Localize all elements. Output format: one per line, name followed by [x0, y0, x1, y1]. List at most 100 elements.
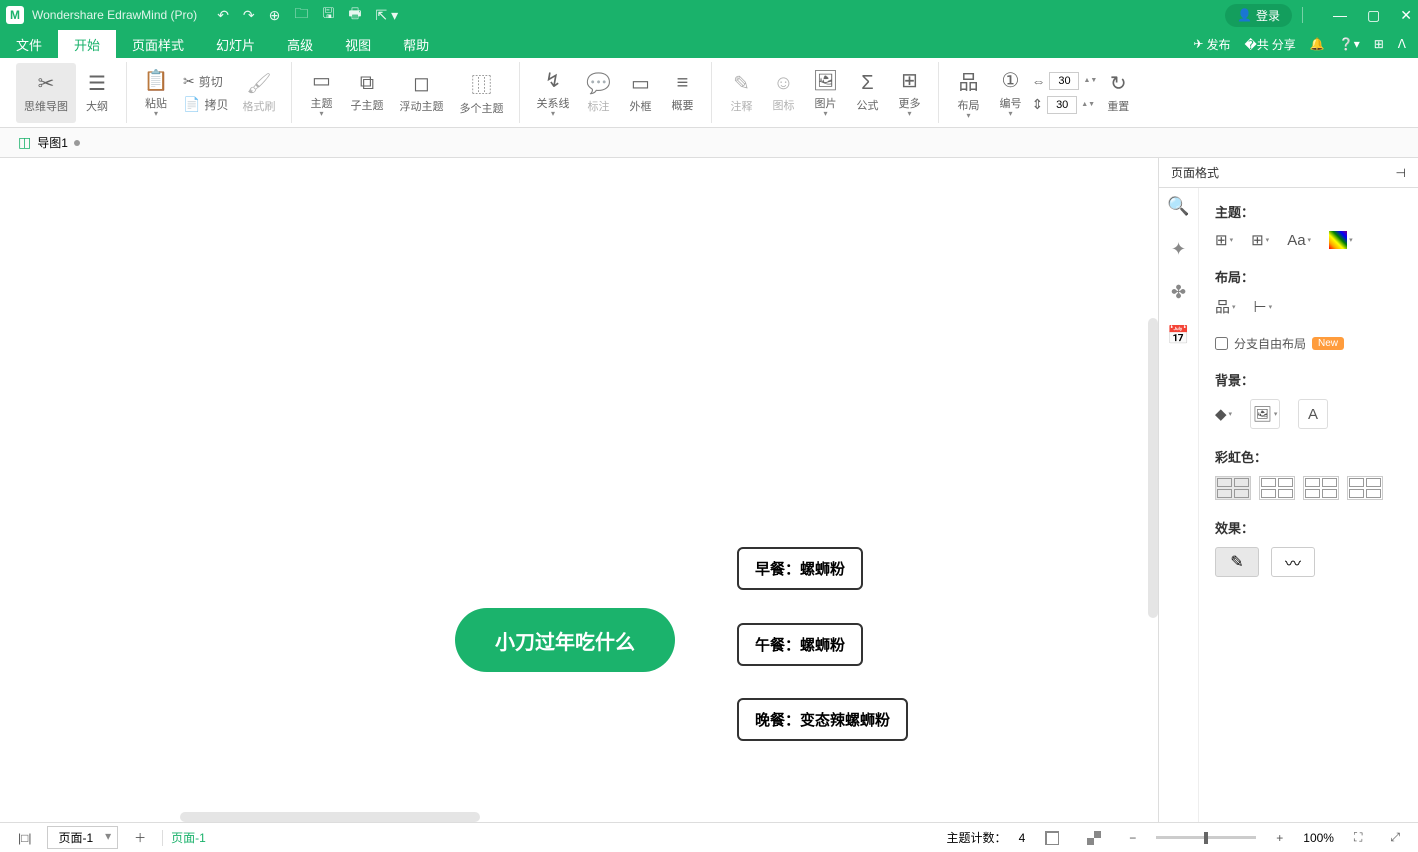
effect-pen-button[interactable]: ✎	[1215, 547, 1259, 577]
horizontal-scrollbar[interactable]	[180, 812, 480, 822]
width-spinner[interactable]: ▲▼	[1083, 77, 1097, 84]
bg-fill-button[interactable]: ◆▾	[1215, 405, 1232, 423]
color-button[interactable]: ▾	[1329, 231, 1353, 249]
share-button[interactable]: �共 分享	[1244, 36, 1295, 53]
outline-toggle-icon[interactable]: |□|	[10, 829, 39, 847]
pin-icon[interactable]: ⊣	[1396, 166, 1406, 180]
free-layout-input[interactable]	[1215, 337, 1228, 350]
effect-wave-button[interactable]: 〰	[1271, 547, 1315, 577]
zoom-value: 100%	[1303, 831, 1334, 845]
menu-file[interactable]: 文件	[0, 30, 58, 58]
bg-image-button[interactable]: 🖼▾	[1250, 399, 1280, 429]
divider	[1302, 7, 1303, 23]
maximize-icon[interactable]: ▢	[1367, 7, 1380, 24]
tab-search-icon[interactable]: 🔍	[1167, 196, 1189, 217]
view-mode2-icon[interactable]	[1079, 829, 1109, 847]
fullscreen-icon[interactable]: ⤢	[1382, 828, 1408, 847]
icon-button[interactable]: ☺图标	[762, 63, 804, 123]
menu-view[interactable]: 视图	[329, 30, 387, 58]
menu-advanced[interactable]: 高级	[271, 30, 329, 58]
apps-icon[interactable]: ⊞	[1374, 37, 1384, 51]
paste-button[interactable]: 📋粘贴▾	[135, 63, 177, 123]
open-icon[interactable]: 🗀	[294, 3, 308, 27]
rainbow-option-4[interactable]	[1347, 476, 1383, 500]
more-button[interactable]: ⊞更多▾	[888, 63, 930, 123]
font-button[interactable]: Aa▾	[1287, 232, 1311, 249]
tab-calendar-icon[interactable]: 📅	[1167, 325, 1189, 346]
comment-button[interactable]: ✎注释	[720, 63, 762, 123]
login-button[interactable]: 👤 登录	[1225, 4, 1292, 27]
image-button[interactable]: 🖼图片▾	[804, 63, 846, 123]
rainbow-heading: 彩虹色：	[1215, 447, 1402, 466]
formula-label: 公式	[856, 97, 878, 113]
width-input-group: ⇔▲▼	[1031, 72, 1097, 90]
add-page-button[interactable]: ＋	[126, 827, 154, 848]
doc-name: 导图1	[37, 134, 68, 151]
modified-indicator-icon	[74, 140, 80, 146]
page-link[interactable]: 页面-1	[171, 829, 206, 846]
bg-watermark-button[interactable]: A	[1298, 399, 1328, 429]
height-input[interactable]	[1047, 96, 1077, 114]
relation-button[interactable]: ↯关系线▾	[528, 63, 577, 123]
layout-option2-button[interactable]: ⊢▾	[1254, 298, 1273, 316]
view-mode1-icon[interactable]	[1037, 829, 1067, 847]
formula-button[interactable]: Σ公式	[846, 63, 888, 123]
height-spinner[interactable]: ▲▼	[1081, 101, 1095, 108]
bell-icon[interactable]: 🔔	[1310, 37, 1325, 51]
user-icon: 👤	[1237, 8, 1252, 22]
publish-button[interactable]: ✈ 发布	[1193, 36, 1230, 53]
ribbon: ✂思维导图 ☰大纲 📋粘贴▾ ✂剪切 📄拷贝 🖌格式刷 ▭主题▾ ⧉子主题 ◻浮…	[0, 58, 1418, 128]
rainbow-option-1[interactable]	[1215, 476, 1251, 500]
export-icon[interactable]: ⇱ ▾	[376, 7, 399, 24]
copy-button[interactable]: 📄拷贝	[177, 94, 234, 115]
topic-node-1[interactable]: 早餐：螺蛳粉	[737, 547, 863, 590]
multi-topic-button[interactable]: ⿲多个主题	[451, 63, 511, 123]
menu-start[interactable]: 开始	[58, 30, 116, 58]
reset-button[interactable]: ↻重置	[1097, 63, 1139, 123]
menu-help[interactable]: 帮助	[387, 30, 445, 58]
theme-style2-button[interactable]: ⊞▾	[1251, 231, 1269, 249]
layout-option1-button[interactable]: 品▾	[1215, 296, 1236, 317]
minimize-icon[interactable]: —	[1333, 7, 1347, 23]
new-icon[interactable]: ⊕	[269, 7, 281, 24]
close-icon[interactable]: ✕	[1400, 7, 1412, 24]
cut-button[interactable]: ✂剪切	[177, 71, 234, 92]
theme-style1-button[interactable]: ⊞▾	[1215, 231, 1233, 249]
vertical-scrollbar[interactable]	[1148, 318, 1158, 618]
topic-button[interactable]: ▭主题▾	[300, 63, 342, 123]
save-icon[interactable]: 🖫	[322, 3, 334, 27]
zoom-in-button[interactable]: +	[1268, 829, 1291, 847]
subtopic-button[interactable]: ⧉子主题	[342, 63, 391, 123]
rainbow-option-2[interactable]	[1259, 476, 1295, 500]
outline-view-button[interactable]: ☰大纲	[76, 63, 118, 123]
mindmap-view-button[interactable]: ✂思维导图	[16, 63, 76, 123]
boundary-button[interactable]: ▭外框	[619, 63, 661, 123]
tab-style-icon[interactable]: ✦	[1171, 239, 1186, 260]
page-select[interactable]: 页面-1	[47, 826, 118, 849]
callout-button[interactable]: 💬标注	[577, 63, 619, 123]
float-topic-button[interactable]: ◻浮动主题	[391, 63, 451, 123]
zoom-out-button[interactable]: −	[1121, 829, 1144, 847]
help-icon[interactable]: ❔▾	[1339, 37, 1360, 51]
number-button[interactable]: ①编号▾	[989, 63, 1031, 123]
topic-node-3[interactable]: 晚餐：变态辣螺蛳粉	[737, 698, 908, 741]
document-tab[interactable]: ◫ 导图1	[10, 130, 88, 155]
redo-icon[interactable]: ↷	[243, 7, 255, 24]
menu-pagestyle[interactable]: 页面样式	[116, 30, 200, 58]
undo-icon[interactable]: ↶	[217, 7, 229, 24]
summary-button[interactable]: ≡概要	[661, 63, 703, 123]
collapse-ribbon-icon[interactable]: ᐱ	[1398, 37, 1406, 51]
format-painter-button[interactable]: 🖌格式刷	[234, 63, 283, 123]
tab-clover-icon[interactable]: ✤	[1171, 282, 1186, 303]
print-icon[interactable]: 🖶	[348, 3, 361, 27]
free-layout-checkbox[interactable]: 分支自由布局 New	[1215, 335, 1402, 352]
rainbow-option-3[interactable]	[1303, 476, 1339, 500]
topic-node-2[interactable]: 午餐：螺蛳粉	[737, 623, 863, 666]
central-topic[interactable]: 小刀过年吃什么	[455, 608, 675, 672]
menu-slide[interactable]: 幻灯片	[200, 30, 271, 58]
canvas[interactable]: 小刀过年吃什么 早餐：螺蛳粉 午餐：螺蛳粉 晚餐：变态辣螺蛳粉	[0, 158, 1158, 822]
zoom-slider[interactable]	[1156, 836, 1256, 839]
width-input[interactable]	[1049, 72, 1079, 90]
layout-button[interactable]: 品布局▾	[947, 63, 989, 123]
fit-page-icon[interactable]: ⛶	[1346, 828, 1370, 847]
